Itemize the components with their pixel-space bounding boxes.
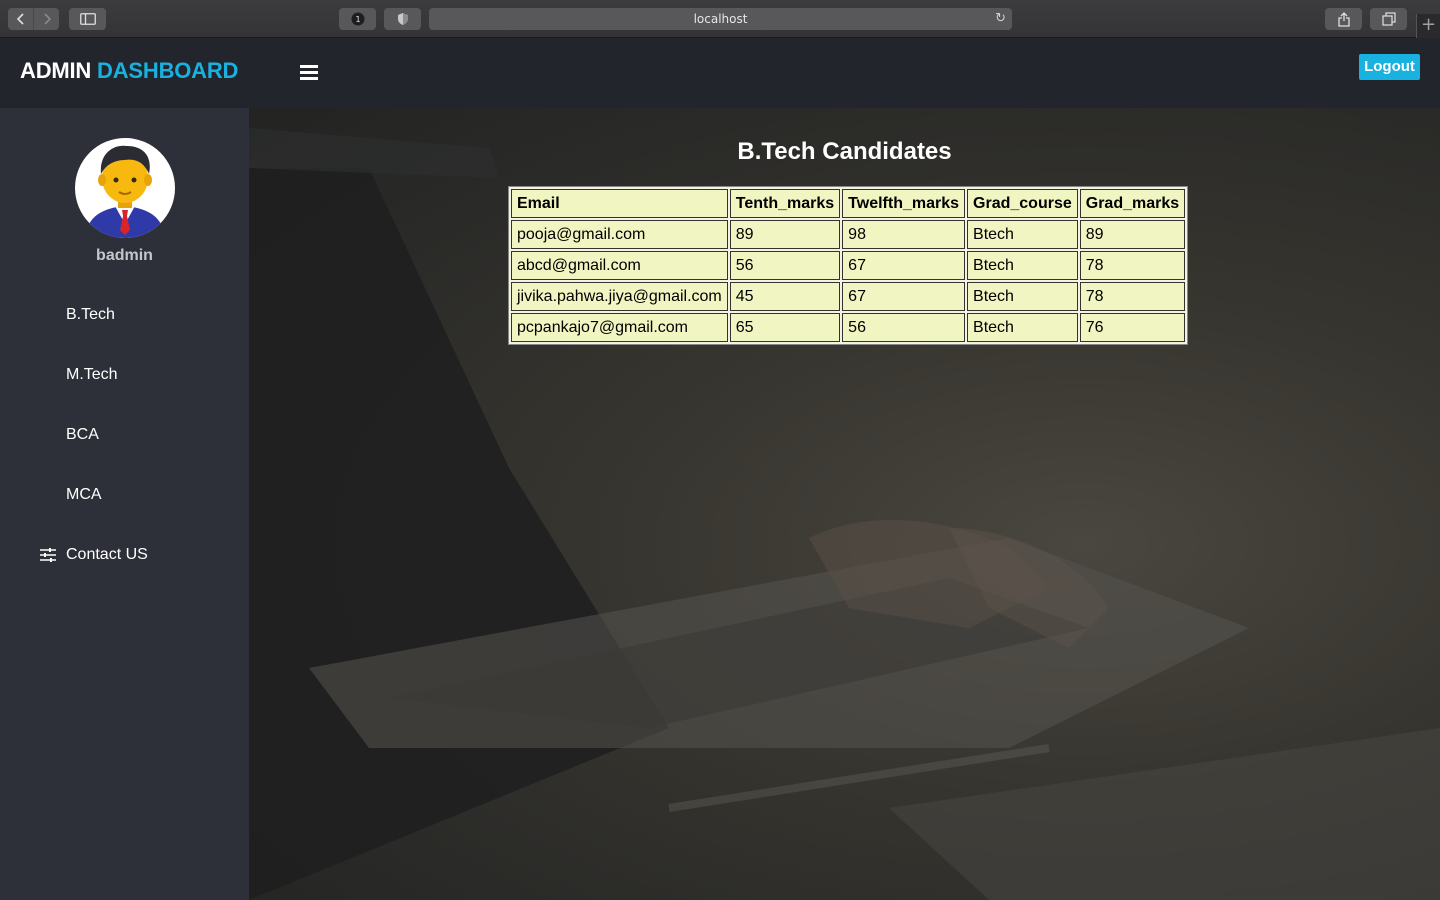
tabs-icon <box>1381 12 1396 26</box>
sidebar-item-label: B.Tech <box>66 306 115 323</box>
grid-icon <box>40 428 56 442</box>
sidebar-item-mtech[interactable]: M.Tech <box>40 363 118 387</box>
table-cell: 56 <box>842 313 966 342</box>
table-row: pooja@gmail.com 89 98 Btech 89 <box>511 220 1186 249</box>
table-cell: 98 <box>842 220 966 249</box>
table-row: pcpankajo7@gmail.com 65 56 Btech 76 <box>511 313 1186 342</box>
table-cell: Btech <box>967 282 1078 311</box>
brand-logo: ADMIN DASHBOARD <box>20 58 238 84</box>
history-navigation <box>8 8 59 30</box>
sidebar-item-label: BCA <box>66 426 99 443</box>
sidebar-item-label: MCA <box>66 486 102 503</box>
table-cell: pooja@gmail.com <box>511 220 728 249</box>
sidebar-item-mca[interactable]: MCA <box>40 483 102 507</box>
table-cell: 65 <box>729 313 841 342</box>
table-cell: Btech <box>967 251 1078 280</box>
svg-text:1: 1 <box>355 15 360 24</box>
sidebar-item-label: Contact US <box>66 546 148 563</box>
privacy-extension-button[interactable] <box>384 8 421 30</box>
grid-icon <box>40 368 56 382</box>
table-cell: 67 <box>842 282 966 311</box>
candidates-table: Email Tenth_marks Twelfth_marks Grad_cou… <box>508 186 1189 345</box>
table-cell: 45 <box>729 282 841 311</box>
sidebar-item-label: M.Tech <box>66 366 118 383</box>
main-content: B.Tech Candidates Email Tenth_marks Twel… <box>249 108 1440 900</box>
reload-icon[interactable]: ↻ <box>995 8 1006 30</box>
column-header: Tenth_marks <box>729 189 841 218</box>
chevron-right-icon <box>43 13 51 25</box>
table-cell: 76 <box>1079 313 1186 342</box>
column-header: Twelfth_marks <box>842 189 966 218</box>
url-text: localhost <box>693 12 748 26</box>
table-cell: jivika.pahwa.jiya@gmail.com <box>511 282 728 311</box>
column-header: Grad_marks <box>1079 189 1186 218</box>
extension-badge-icon: 1 <box>351 12 364 26</box>
chevron-left-icon <box>16 13 24 25</box>
table-cell: abcd@gmail.com <box>511 251 728 280</box>
grid-icon <box>40 488 56 502</box>
browser-toolbar: 1 localhost ↻ + <box>0 0 1440 38</box>
share-button[interactable] <box>1325 8 1362 30</box>
column-header: Email <box>511 189 728 218</box>
table-header-row: Email Tenth_marks Twelfth_marks Grad_cou… <box>511 189 1186 218</box>
table-cell: 67 <box>842 251 966 280</box>
new-tab-button[interactable]: + <box>1416 14 1440 38</box>
table-cell: Btech <box>967 220 1078 249</box>
table-cell: 89 <box>1079 220 1186 249</box>
sidebar-toggle-button[interactable] <box>69 8 106 30</box>
sidebar: badmin B.Tech M.Tech BCA MCA Contact US <box>0 108 249 900</box>
brand-dashboard: DASHBOARD <box>97 58 239 83</box>
page-title: B.Tech Candidates <box>737 138 952 165</box>
shield-icon <box>397 13 408 25</box>
avatar <box>75 138 175 238</box>
brand-admin: ADMIN <box>20 58 92 83</box>
table-cell: pcpankajo7@gmail.com <box>511 313 728 342</box>
sidebar-icon <box>79 13 96 25</box>
extension-button[interactable]: 1 <box>339 8 376 30</box>
forward-button[interactable] <box>33 8 59 30</box>
sidebar-item-bca[interactable]: BCA <box>40 423 99 447</box>
logout-button[interactable]: Logout <box>1359 54 1420 80</box>
table-cell: 78 <box>1079 282 1186 311</box>
table-cell: 89 <box>729 220 841 249</box>
table-cell: Btech <box>967 313 1078 342</box>
share-icon <box>1337 11 1350 27</box>
table-row: abcd@gmail.com 56 67 Btech 78 <box>511 251 1186 280</box>
table-row: jivika.pahwa.jiya@gmail.com 45 67 Btech … <box>511 282 1186 311</box>
column-header: Grad_course <box>967 189 1078 218</box>
username-label: badmin <box>96 247 153 264</box>
table-cell: 78 <box>1079 251 1186 280</box>
menu-toggle-icon[interactable] <box>300 65 318 80</box>
tab-overview-button[interactable] <box>1370 8 1407 30</box>
app-header: ADMIN DASHBOARD Logout <box>0 38 1440 108</box>
back-button[interactable] <box>8 8 33 30</box>
sliders-icon <box>40 548 56 562</box>
sidebar-item-contact[interactable]: Contact US <box>40 543 148 567</box>
table-cell: 56 <box>729 251 841 280</box>
grid-icon <box>40 308 56 322</box>
address-bar[interactable]: localhost ↻ <box>429 8 1012 30</box>
sidebar-item-btech[interactable]: B.Tech <box>40 303 115 327</box>
